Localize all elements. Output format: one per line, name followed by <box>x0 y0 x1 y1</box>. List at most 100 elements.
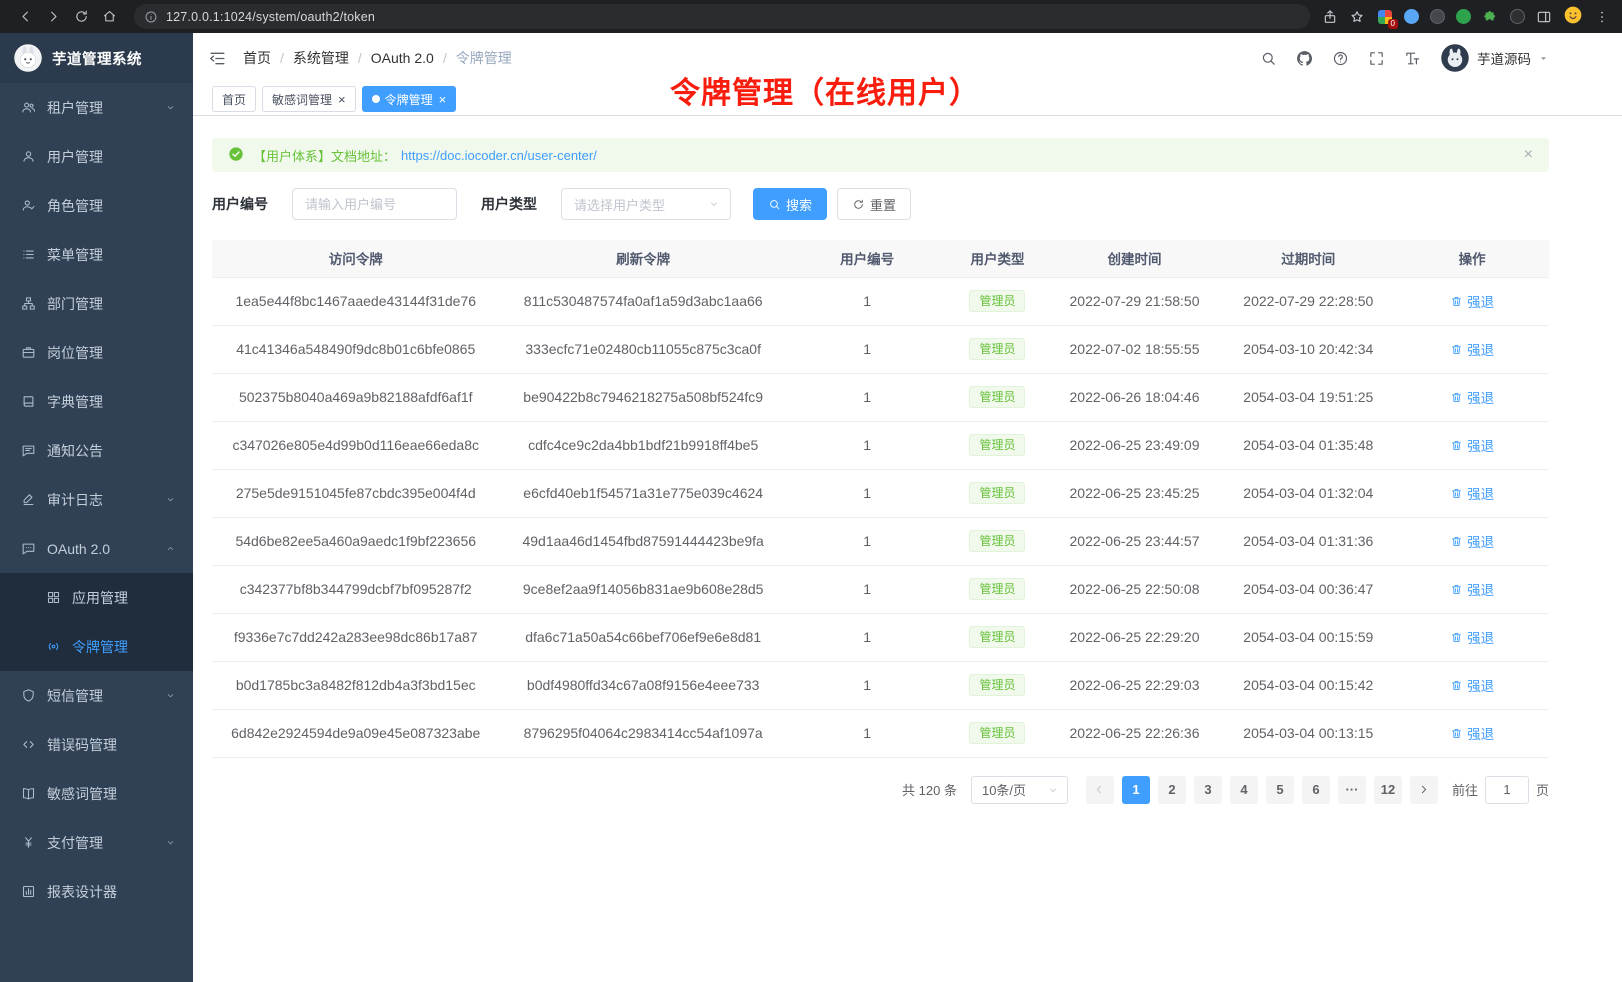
tab-home[interactable]: 首页 <box>212 86 256 112</box>
breadcrumb-item[interactable]: OAuth 2.0 <box>371 50 434 66</box>
fullscreen-icon[interactable] <box>1368 50 1385 67</box>
chevron-down-icon <box>708 198 720 210</box>
token-table: 访问令牌刷新令牌用户编号用户类型创建时间过期时间操作 1ea5e44f8bc14… <box>212 240 1549 758</box>
next-page-button[interactable] <box>1410 776 1438 804</box>
force-logout-button[interactable]: 强退 <box>1450 435 1494 455</box>
extensions-puzzle-icon[interactable] <box>1482 8 1499 25</box>
page-button-12[interactable]: 12 <box>1374 776 1402 804</box>
reset-button[interactable]: 重置 <box>837 188 911 220</box>
sidebar-item-report[interactable]: 报表设计器 <box>0 867 193 916</box>
user-type-tag: 管理员 <box>969 386 1025 408</box>
tab-split-icon[interactable] <box>1536 9 1552 25</box>
user-id-input[interactable] <box>292 188 457 220</box>
force-logout-button[interactable]: 强退 <box>1450 291 1494 311</box>
sidebar-item-user[interactable]: 用户管理 <box>0 132 193 181</box>
sidebar-item-role[interactable]: 角色管理 <box>0 181 193 230</box>
browser-profile-avatar[interactable] <box>1563 5 1583 28</box>
user-type-cell: 管理员 <box>947 277 1047 325</box>
extension-icon[interactable] <box>1456 9 1471 24</box>
page-button-2[interactable]: 2 <box>1158 776 1186 804</box>
column-header: 访问令牌 <box>212 240 499 277</box>
browser-menu-icon[interactable] <box>1594 9 1610 25</box>
page-button-3[interactable]: 3 <box>1194 776 1222 804</box>
force-logout-button[interactable]: 强退 <box>1450 531 1494 551</box>
sidebar-item-tenant[interactable]: 租户管理 <box>0 83 193 132</box>
refresh-token-cell: 811c530487574fa0af1a59d3abc1aa66 <box>499 277 786 325</box>
force-logout-button[interactable]: 强退 <box>1450 579 1494 599</box>
alert-close-icon[interactable]: × <box>1524 147 1533 163</box>
create-time-cell: 2022-07-29 21:58:50 <box>1048 277 1222 325</box>
sidebar-item-sensitive-word[interactable]: 敏感词管理 <box>0 769 193 818</box>
dict-icon <box>21 394 36 409</box>
share-icon[interactable] <box>1322 9 1338 25</box>
sidebar-item-oauth2-token[interactable]: 令牌管理 <box>0 622 193 671</box>
chevron-down-icon <box>165 837 176 848</box>
bookmark-star-icon[interactable] <box>1349 9 1365 25</box>
tab-sensitive-word[interactable]: 敏感词管理× <box>262 86 356 112</box>
sidebar-item-error-code[interactable]: 错误码管理 <box>0 720 193 769</box>
page-button-4[interactable]: 4 <box>1230 776 1258 804</box>
extension-icon[interactable] <box>1404 9 1419 24</box>
tab-oauth2-token[interactable]: 令牌管理× <box>362 86 457 112</box>
sidebar-item-audit-log[interactable]: 审计日志 <box>0 475 193 524</box>
page-button-1[interactable]: 1 <box>1122 776 1150 804</box>
sidebar-item-dict[interactable]: 字典管理 <box>0 377 193 426</box>
book-icon <box>21 786 36 801</box>
breadcrumb-item[interactable]: 首页 <box>243 48 271 68</box>
create-time-cell: 2022-06-25 22:50:08 <box>1048 565 1222 613</box>
force-logout-button[interactable]: 强退 <box>1450 387 1494 407</box>
force-logout-button[interactable]: 强退 <box>1450 339 1494 359</box>
sidebar-item-notice[interactable]: 通知公告 <box>0 426 193 475</box>
home-icon[interactable] <box>96 4 122 30</box>
browser-actions: 0 <box>1322 5 1610 28</box>
extension-icon[interactable]: 0 <box>1376 8 1393 25</box>
table-row: 502375b8040a469a9b82188afdf6af1fbe90422b… <box>212 373 1549 421</box>
sidebar-item-dept[interactable]: 部门管理 <box>0 279 193 328</box>
sidebar-item-oauth2[interactable]: OAuth 2.0 <box>0 524 193 573</box>
access-token-cell: 275e5de9151045fe87cbdc395e004f4d <box>212 469 499 517</box>
force-logout-button[interactable]: 强退 <box>1450 675 1494 695</box>
sidebar-fold-icon[interactable] <box>208 49 227 68</box>
sidebar-item-oauth2-application[interactable]: 应用管理 <box>0 573 193 622</box>
page-button-5[interactable]: 5 <box>1266 776 1294 804</box>
message-icon <box>21 443 36 458</box>
back-icon[interactable] <box>12 4 38 30</box>
sidebar-item-label: OAuth 2.0 <box>47 541 110 557</box>
pagination-ellipsis[interactable]: ··· <box>1338 776 1366 804</box>
breadcrumb-item[interactable]: 系统管理 <box>293 48 349 68</box>
site-info-icon[interactable] <box>144 10 158 24</box>
font-size-icon[interactable] <box>1404 50 1421 67</box>
goto-page-input[interactable] <box>1485 776 1529 804</box>
tab-close-icon[interactable]: × <box>338 93 346 106</box>
help-icon[interactable] <box>1332 50 1349 67</box>
user-type-select[interactable]: 请选择用户类型 <box>561 188 731 220</box>
extension-icon[interactable] <box>1510 9 1525 24</box>
force-logout-button[interactable]: 强退 <box>1450 483 1494 503</box>
user-menu[interactable]: 芋道源码 <box>1440 43 1549 73</box>
address-bar[interactable]: 127.0.0.1:1024/system/oauth2/token <box>134 4 1310 29</box>
doc-link[interactable]: https://doc.iocoder.cn/user-center/ <box>401 148 597 163</box>
page-size-select[interactable]: 10条/页 <box>971 776 1068 804</box>
prev-page-button[interactable] <box>1086 776 1114 804</box>
refresh-icon <box>852 198 865 211</box>
sidebar-item-post[interactable]: 岗位管理 <box>0 328 193 377</box>
search-button[interactable]: 搜索 <box>753 188 827 220</box>
topbar-actions: 芋道源码 <box>1260 43 1549 73</box>
extension-icon[interactable] <box>1430 9 1445 24</box>
forward-icon[interactable] <box>40 4 66 30</box>
access-token-cell: 502375b8040a469a9b82188afdf6af1f <box>212 373 499 421</box>
action-cell: 强退 <box>1395 373 1549 421</box>
sidebar-item-sms[interactable]: 短信管理 <box>0 671 193 720</box>
page-button-6[interactable]: 6 <box>1302 776 1330 804</box>
sidebar-item-pay[interactable]: 支付管理 <box>0 818 193 867</box>
force-logout-button[interactable]: 强退 <box>1450 723 1494 743</box>
force-logout-button[interactable]: 强退 <box>1450 627 1494 647</box>
log-icon <box>21 492 36 507</box>
expire-time-cell: 2054-03-04 01:35:48 <box>1221 421 1395 469</box>
tab-close-icon[interactable]: × <box>439 93 447 106</box>
reload-icon[interactable] <box>68 4 94 30</box>
search-icon[interactable] <box>1260 50 1277 67</box>
sidebar-item-menu[interactable]: 菜单管理 <box>0 230 193 279</box>
app-logo[interactable]: 芋道管理系统 <box>0 33 193 83</box>
github-icon[interactable] <box>1296 50 1313 67</box>
